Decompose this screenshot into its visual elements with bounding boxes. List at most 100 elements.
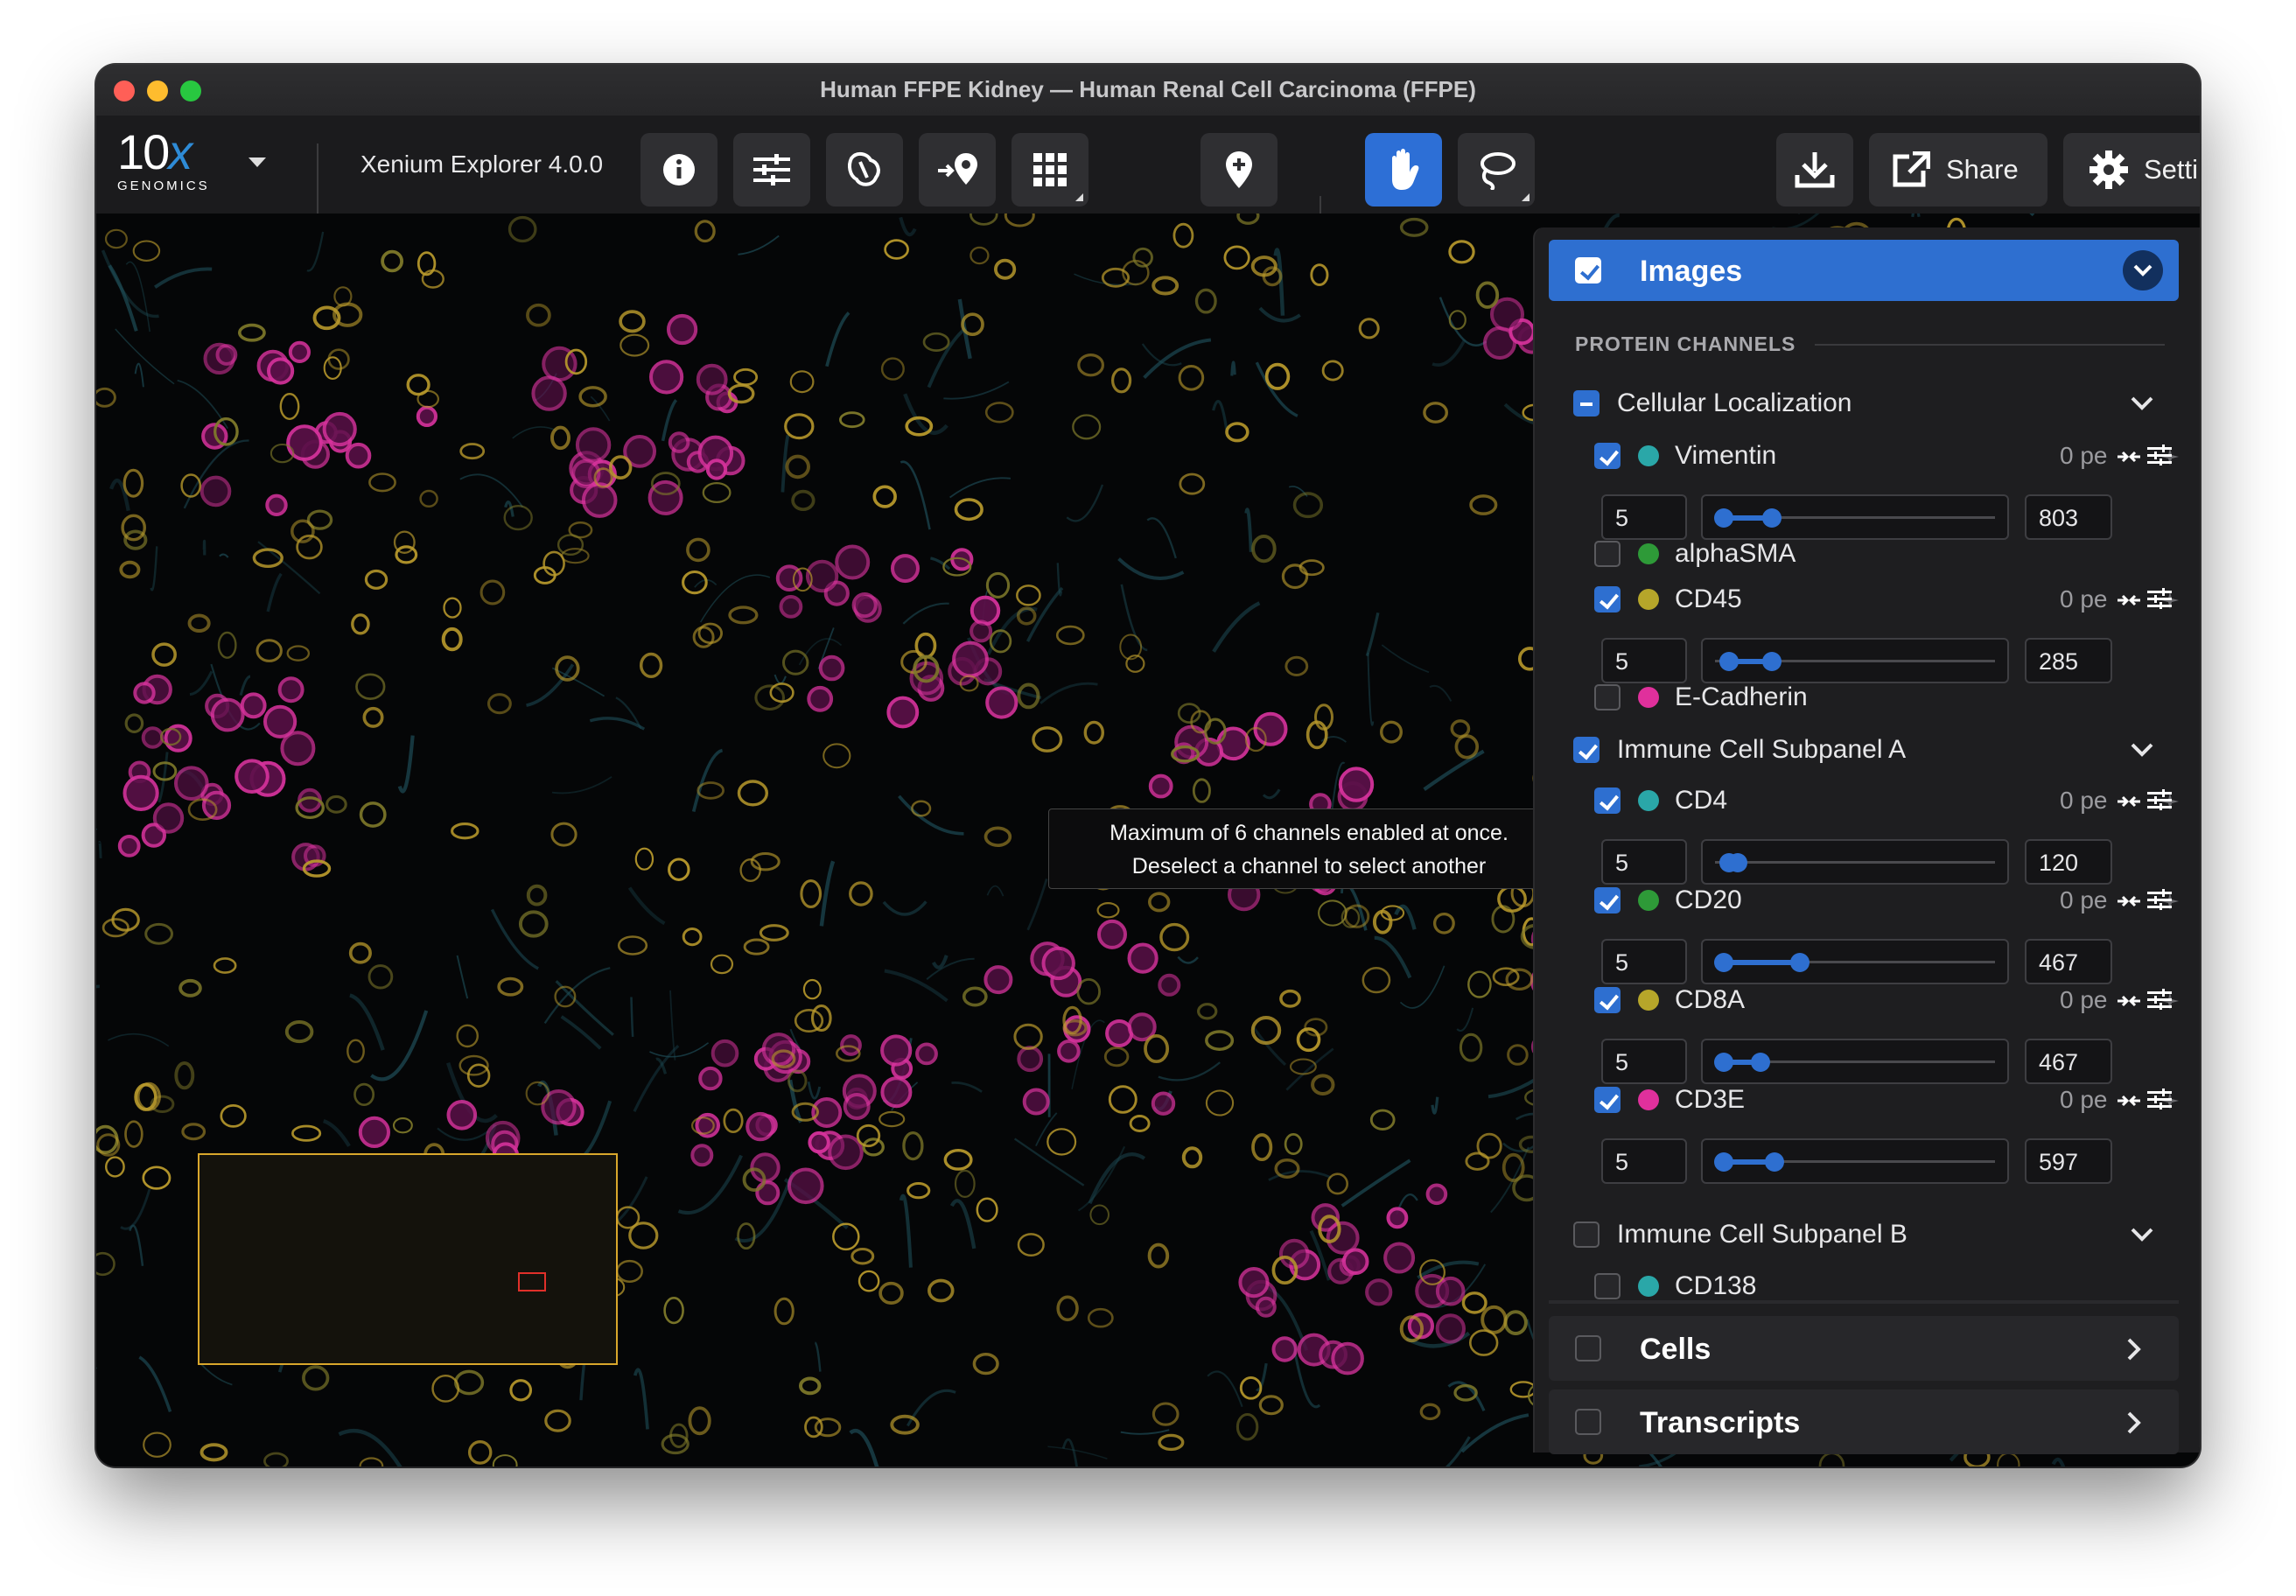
grid-view-button[interactable]	[1012, 133, 1088, 206]
slider-max-handle[interactable]	[1761, 508, 1782, 528]
slider-max-handle[interactable]	[1750, 1053, 1770, 1072]
group-checkbox-immune-subpanel-a[interactable]	[1573, 737, 1600, 763]
slider-fill	[1723, 960, 1801, 965]
channel-checkbox-cd45[interactable]	[1594, 586, 1620, 612]
channel-min-input-vimentin[interactable]: 5	[1601, 494, 1687, 540]
slider-min-handle[interactable]	[1713, 1053, 1733, 1072]
channel-color-dot-cd4[interactable]	[1638, 790, 1659, 811]
slider-max-handle[interactable]	[1761, 652, 1782, 671]
tenx-logo[interactable]: 10x GENOMICS	[117, 128, 210, 194]
immune-cell	[406, 374, 430, 396]
slider-min-handle[interactable]	[1713, 508, 1733, 528]
settings-label: Settings	[2144, 154, 2200, 185]
immune-cell	[561, 548, 590, 564]
channel-checkbox-cd138[interactable]	[1594, 1273, 1620, 1299]
channel-color-dot-alphasma[interactable]	[1638, 543, 1659, 564]
channel-range-slider-cd3e[interactable]	[1701, 1138, 2009, 1184]
images-section-header[interactable]: Images	[1549, 240, 2179, 301]
channel-checkbox-cd8a[interactable]	[1594, 987, 1620, 1013]
slider-min-handle[interactable]	[1713, 1152, 1733, 1172]
channel-settings-icon[interactable]	[2147, 588, 2172, 609]
minimap-viewport-indicator[interactable]	[518, 1272, 546, 1292]
settings-button[interactable]: Settings	[2063, 133, 2200, 206]
immune-cell	[1258, 1395, 1284, 1416]
slider-min-handle[interactable]	[1719, 652, 1740, 671]
chevron-right-icon[interactable]	[2126, 1410, 2142, 1435]
transcripts-checkbox[interactable]	[1575, 1409, 1601, 1435]
channel-range-slider-cd45[interactable]	[1701, 638, 2009, 683]
channel-min-input-cd8a[interactable]: 5	[1601, 1039, 1687, 1084]
transcripts-section-header[interactable]: Transcripts	[1549, 1390, 2179, 1454]
channel-settings-icon[interactable]	[2147, 989, 2172, 1010]
channel-checkbox-e-cadherin[interactable]	[1594, 684, 1620, 710]
chevron-down-icon[interactable]	[2130, 396, 2154, 411]
immune-cell	[578, 386, 607, 408]
epithelial-cell	[915, 1042, 938, 1066]
channel-checkbox-cd20[interactable]	[1594, 887, 1620, 914]
logo-menu-chevron-icon[interactable]	[248, 158, 266, 167]
channel-settings-icon[interactable]	[2147, 444, 2172, 466]
channel-min-input-cd3e[interactable]: 5	[1601, 1138, 1687, 1184]
share-button[interactable]: Share	[1869, 133, 2048, 206]
channel-max-input-vimentin[interactable]: 803	[2025, 494, 2112, 540]
collapse-range-icon[interactable]	[2116, 448, 2142, 466]
stroma-fiber	[899, 1194, 913, 1268]
channel-color-dot-e-cadherin[interactable]	[1638, 687, 1659, 708]
images-collapse-button[interactable]	[2123, 250, 2163, 290]
images-checkbox[interactable]	[1575, 257, 1601, 284]
channel-max-input-cd20[interactable]: 467	[2025, 939, 2112, 984]
slider-max-handle[interactable]	[1727, 853, 1747, 872]
collapse-range-icon[interactable]	[2116, 592, 2142, 609]
chevron-right-icon[interactable]	[2126, 1337, 2142, 1362]
channel-color-dot-cd138[interactable]	[1638, 1276, 1659, 1297]
stroma-fiber	[590, 396, 611, 422]
slider-max-handle[interactable]	[1765, 1152, 1785, 1172]
channel-range-slider-cd8a[interactable]	[1701, 1039, 2009, 1084]
channel-range-slider-vimentin[interactable]	[1701, 494, 2009, 540]
channel-min-input-cd20[interactable]: 5	[1601, 939, 1687, 984]
cells-checkbox[interactable]	[1575, 1335, 1601, 1362]
channel-color-dot-vimentin[interactable]	[1638, 445, 1659, 466]
channel-checkbox-alphasma[interactable]	[1594, 541, 1620, 567]
channel-max-input-cd45[interactable]: 285	[2025, 638, 2112, 683]
collapse-range-icon[interactable]	[2116, 992, 2142, 1010]
adjustments-button[interactable]	[733, 133, 810, 206]
channel-settings-icon[interactable]	[2147, 1088, 2172, 1110]
cells-section-header[interactable]: Cells	[1549, 1316, 2179, 1381]
minimap[interactable]	[198, 1153, 618, 1365]
slider-max-handle[interactable]	[1790, 953, 1810, 972]
cell-segmentation-button[interactable]	[826, 133, 903, 206]
channel-max-input-cd4[interactable]: 120	[2025, 839, 2112, 885]
pan-tool-button[interactable]	[1365, 133, 1442, 206]
channel-settings-icon[interactable]	[2147, 889, 2172, 910]
channel-color-dot-cd3e[interactable]	[1638, 1089, 1659, 1110]
collapse-range-icon[interactable]	[2116, 892, 2142, 910]
channel-checkbox-cd4[interactable]	[1594, 788, 1620, 814]
collapse-range-icon[interactable]	[2116, 1092, 2142, 1110]
channel-range-slider-cd4[interactable]	[1701, 839, 2009, 885]
group-checkbox-cellular-localization[interactable]	[1573, 390, 1600, 416]
navigate-to-location-button[interactable]	[919, 133, 996, 206]
stroma-fiber	[899, 216, 917, 237]
channel-min-input-cd45[interactable]: 5	[1601, 638, 1687, 683]
channel-range-slider-cd20[interactable]	[1701, 939, 2009, 984]
info-button[interactable]	[640, 133, 718, 206]
add-pin-button[interactable]	[1200, 133, 1278, 206]
channel-max-input-cd3e[interactable]: 597	[2025, 1138, 2112, 1184]
channel-color-dot-cd20[interactable]	[1638, 890, 1659, 911]
chevron-down-icon[interactable]	[2130, 742, 2154, 758]
chevron-down-icon[interactable]	[2130, 1227, 2154, 1242]
group-checkbox-immune-subpanel-b[interactable]	[1573, 1222, 1600, 1248]
collapse-range-icon[interactable]	[2116, 793, 2142, 810]
channel-color-dot-cd8a[interactable]	[1638, 990, 1659, 1011]
channel-checkbox-vimentin[interactable]	[1594, 443, 1620, 469]
slider-min-handle[interactable]	[1713, 953, 1733, 972]
download-button[interactable]	[1776, 133, 1853, 206]
channel-settings-icon[interactable]	[2147, 789, 2172, 810]
channel-max-input-cd8a[interactable]: 467	[2025, 1039, 2112, 1084]
immune-cell	[1144, 1033, 1170, 1064]
channel-color-dot-cd45[interactable]	[1638, 589, 1659, 610]
channel-min-input-cd4[interactable]: 5	[1601, 839, 1687, 885]
channel-checkbox-cd3e[interactable]	[1594, 1087, 1620, 1113]
lasso-tool-button[interactable]	[1458, 133, 1535, 206]
